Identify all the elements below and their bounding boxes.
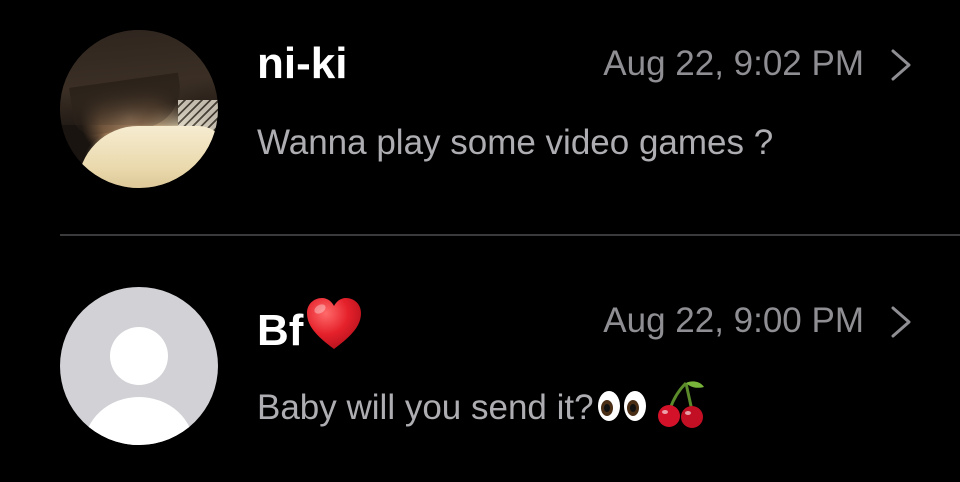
contact-name-text: Bf — [257, 306, 304, 355]
avatar-shoulders-shape — [84, 397, 194, 445]
message-preview-text: Baby will you send it? — [257, 388, 594, 427]
conversation-row-ni-ki[interactable]: ni-ki Aug 22, 9:02 PM Wanna play some vi… — [0, 18, 960, 198]
message-timestamp: Aug 22, 9:02 PM — [603, 44, 864, 83]
contact-name: Bf — [257, 297, 363, 355]
conversation-row-bf[interactable]: Bf Aug 22, 9:00 PM Baby will you send it… — [0, 275, 960, 455]
avatar-default — [60, 287, 218, 445]
conversation-list: ni-ki Aug 22, 9:02 PM Wanna play some vi… — [0, 0, 960, 482]
message-timestamp: Aug 22, 9:00 PM — [603, 301, 864, 340]
red-heart-icon — [307, 298, 362, 349]
cherries-icon — [657, 381, 704, 428]
chevron-right-icon — [891, 49, 911, 81]
chevron-right-icon — [891, 306, 911, 338]
eyes-icon — [597, 391, 646, 421]
avatar-ni-ki — [60, 30, 218, 188]
contact-name: ni-ki — [257, 39, 348, 88]
message-preview: Wanna play some video games ? — [257, 123, 774, 162]
avatar-blanket-shape — [78, 126, 218, 188]
avatar-head-shape — [110, 327, 168, 385]
message-preview: Baby will you send it? — [257, 379, 708, 429]
row-separator — [60, 234, 960, 236]
